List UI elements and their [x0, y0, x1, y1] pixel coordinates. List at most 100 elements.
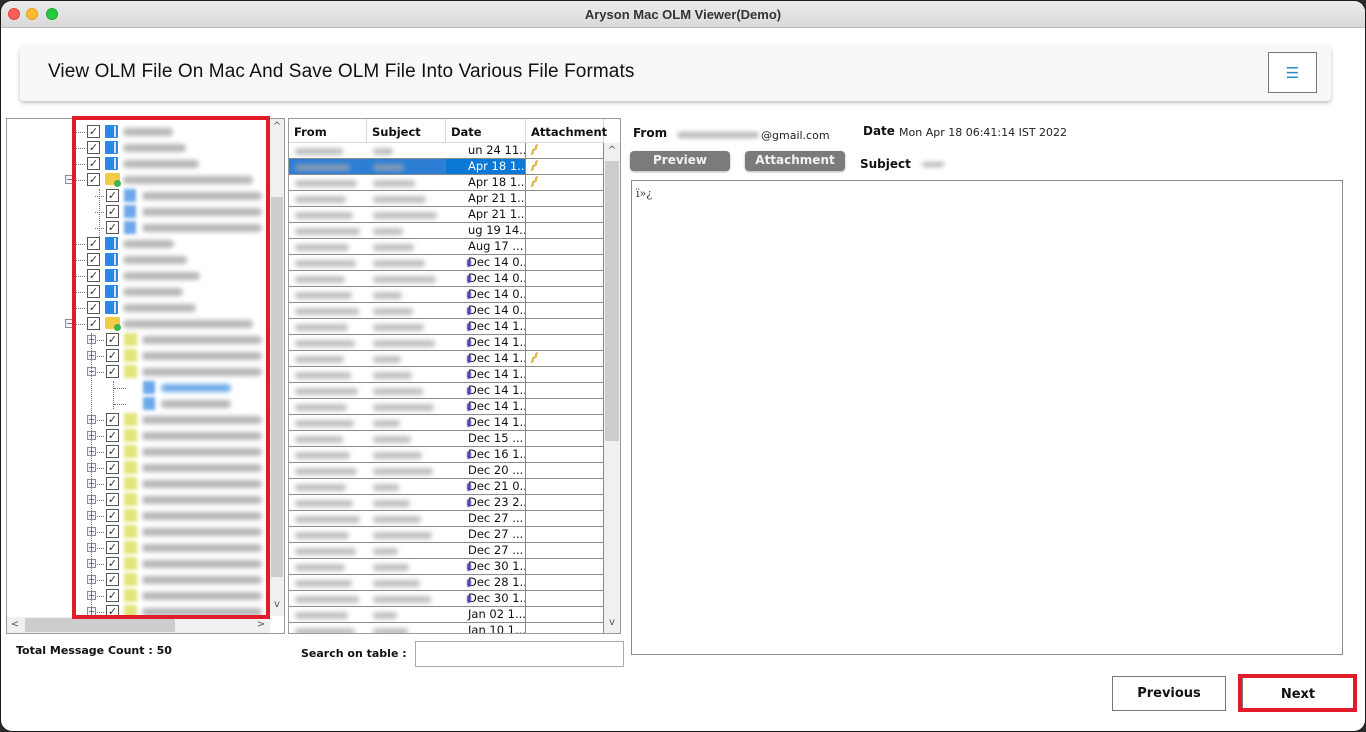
scroll-left-arrow-icon[interactable]: < [7, 619, 23, 630]
table-vertical-scroll-thumb[interactable] [605, 161, 619, 441]
tree-node-checkbox[interactable]: ✓ [87, 141, 100, 154]
tree-node-checkbox[interactable]: ✓ [106, 461, 119, 474]
table-row[interactable]: Dec 14 1... [289, 319, 604, 335]
table-row[interactable]: Dec 14 1... [289, 367, 604, 383]
tree-node-checkbox[interactable]: ✓ [87, 269, 100, 282]
message-table[interactable]: From Subject Date Attachment un 24 11...… [288, 118, 621, 634]
table-row[interactable]: Dec 30 1... [289, 591, 604, 607]
table-row[interactable]: Dec 14 1... [289, 399, 604, 415]
tree-node[interactable]: − ✓ [7, 172, 269, 188]
table-row[interactable]: Dec 14 1... ⌇ [289, 351, 604, 367]
table-row[interactable]: Jan 10 1... [289, 623, 604, 633]
tree-node[interactable]: + ✓ [7, 572, 269, 588]
table-row[interactable]: Apr 18 1... ⌇ [289, 159, 604, 175]
tree-node[interactable]: − ✓ [7, 316, 269, 332]
next-button[interactable]: Next [1242, 677, 1354, 712]
table-vertical-scrollbar[interactable]: ^ v [604, 143, 620, 633]
attachment-button[interactable]: Attachment [745, 151, 845, 171]
table-row[interactable]: Dec 14 0... [289, 255, 604, 271]
table-row[interactable]: Dec 14 1... [289, 415, 604, 431]
message-body-preview[interactable]: ï»¿ [631, 180, 1343, 655]
table-row[interactable]: Dec 21 0... [289, 479, 604, 495]
tree-node-checkbox[interactable]: ✓ [106, 221, 119, 234]
tree-node-checkbox[interactable]: ✓ [87, 157, 100, 170]
table-row[interactable]: ug 19 14... [289, 223, 604, 239]
table-row[interactable]: Dec 27 ... [289, 543, 604, 559]
tree-node-checkbox[interactable]: ✓ [106, 205, 119, 218]
tree-node-checkbox[interactable]: ✓ [87, 253, 100, 266]
tree-node[interactable]: + ✓ [7, 476, 269, 492]
table-row[interactable]: Dec 23 2... [289, 495, 604, 511]
table-row[interactable]: un 24 11... ⌇ [289, 143, 604, 159]
table-row[interactable]: Jan 02 1... [289, 607, 604, 623]
tree-node[interactable]: ✓ [7, 268, 269, 284]
tree-node[interactable]: + ✓ [7, 332, 269, 348]
tree-node[interactable] [7, 380, 269, 396]
tree-node-checkbox[interactable]: ✓ [106, 557, 119, 570]
table-row[interactable]: Dec 14 1... [289, 335, 604, 351]
preview-button[interactable]: Preview [630, 151, 730, 171]
folder-tree[interactable]: ✓ ✓ ✓ − ✓ ✓ ✓ ✓ ✓ ✓ ✓ ✓ ✓ − ✓ + ✓ + ✓ − ✓ + ✓ + ✓ + ✓ + ✓ + ✓ + ✓ + ✓ + ✓ + ✓ +… [6, 118, 285, 634]
tree-node-checkbox[interactable]: ✓ [87, 285, 100, 298]
scroll-up-arrow-icon[interactable]: ^ [270, 121, 284, 132]
tree-node[interactable]: ✓ [7, 188, 269, 204]
table-row[interactable]: Apr 18 1... ⌇ [289, 175, 604, 191]
collapse-icon[interactable]: − [65, 319, 74, 328]
tree-node-checkbox[interactable]: ✓ [87, 317, 100, 330]
tree-node[interactable]: + ✓ [7, 588, 269, 604]
tree-node-checkbox[interactable]: ✓ [106, 589, 119, 602]
scroll-down-arrow-icon[interactable]: v [270, 599, 284, 610]
tree-node-checkbox[interactable]: ✓ [106, 413, 119, 426]
tree-node-checkbox[interactable]: ✓ [106, 493, 119, 506]
tree-node-checkbox[interactable]: ✓ [106, 477, 119, 490]
table-row[interactable]: Dec 28 1... [289, 575, 604, 591]
table-row[interactable]: Aug 17 ... [289, 239, 604, 255]
tree-vertical-scroll-thumb[interactable] [271, 197, 283, 577]
tree-node-checkbox[interactable]: ✓ [106, 445, 119, 458]
tree-horizontal-scroll-thumb[interactable] [25, 618, 175, 632]
tree-node[interactable]: + ✓ [7, 524, 269, 540]
tree-node[interactable]: + ✓ [7, 412, 269, 428]
tree-vertical-scrollbar[interactable]: ^ v [270, 119, 284, 616]
scroll-right-arrow-icon[interactable]: > [253, 619, 269, 630]
tree-node[interactable]: + ✓ [7, 508, 269, 524]
tree-node[interactable]: ✓ [7, 300, 269, 316]
table-row[interactable]: Dec 15 ... [289, 431, 604, 447]
tree-node-checkbox[interactable]: ✓ [106, 189, 119, 202]
tree-node[interactable]: + ✓ [7, 444, 269, 460]
table-row[interactable]: Dec 27 ... [289, 511, 604, 527]
table-row[interactable]: Dec 14 1... [289, 383, 604, 399]
menu-button[interactable]: ☰ [1268, 52, 1317, 93]
table-row[interactable]: Apr 21 1... [289, 207, 604, 223]
tree-horizontal-scrollbar[interactable]: < > [7, 617, 270, 633]
column-header-from[interactable]: From [289, 119, 367, 143]
table-row[interactable]: Dec 30 1... [289, 559, 604, 575]
table-row[interactable]: Apr 21 1... [289, 191, 604, 207]
tree-node[interactable]: ✓ [7, 124, 269, 140]
tree-node[interactable]: + ✓ [7, 460, 269, 476]
tree-node[interactable]: + ✓ [7, 492, 269, 508]
scroll-up-arrow-icon[interactable]: ^ [604, 145, 620, 156]
tree-node-checkbox[interactable]: ✓ [106, 573, 119, 586]
table-row[interactable]: Dec 14 0... [289, 271, 604, 287]
tree-node[interactable] [7, 396, 269, 412]
tree-node[interactable]: ✓ [7, 220, 269, 236]
tree-node[interactable]: + ✓ [7, 540, 269, 556]
table-row[interactable]: Dec 14 0... [289, 303, 604, 319]
collapse-icon[interactable]: − [65, 175, 74, 184]
tree-node-checkbox[interactable]: ✓ [106, 429, 119, 442]
table-row[interactable]: Dec 16 1... [289, 447, 604, 463]
tree-node-checkbox[interactable]: ✓ [106, 349, 119, 362]
column-header-subject[interactable]: Subject [367, 119, 446, 143]
scroll-down-arrow-icon[interactable]: v [604, 617, 620, 628]
tree-node-checkbox[interactable]: ✓ [106, 365, 119, 378]
tree-node[interactable]: ✓ [7, 156, 269, 172]
table-row[interactable]: Dec 27 ... [289, 527, 604, 543]
tree-node-checkbox[interactable]: ✓ [106, 333, 119, 346]
tree-node-checkbox[interactable]: ✓ [106, 525, 119, 538]
column-header-date[interactable]: Date [446, 119, 526, 143]
tree-node-checkbox[interactable]: ✓ [106, 509, 119, 522]
search-input[interactable] [415, 641, 624, 667]
tree-node[interactable]: ✓ [7, 284, 269, 300]
tree-node-checkbox[interactable]: ✓ [106, 541, 119, 554]
